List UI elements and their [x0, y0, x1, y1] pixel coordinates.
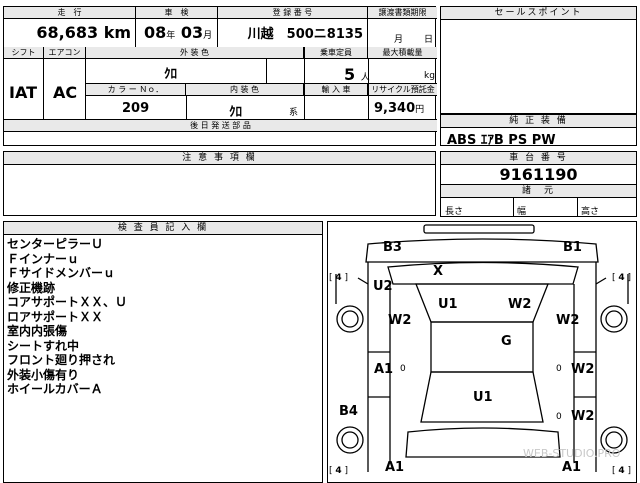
mark-hood-left: U1 — [438, 297, 458, 312]
caution-label: 注 意 事 項 欄 — [4, 152, 435, 165]
chassis-label: 車 台 番 号 — [441, 152, 636, 165]
tire-depth-rl: [ 4 ] — [329, 466, 349, 476]
capacity-value: 5 — [344, 65, 356, 84]
aircon-value: AC — [53, 83, 78, 102]
mark-door-rear-right: W2 — [571, 362, 595, 377]
sales-point-box: セールスポイント — [440, 6, 637, 114]
chassis-value: 9161190 — [499, 165, 578, 184]
plate-cell: 登 録 番 号 川越 500ニ8135 — [218, 7, 368, 47]
door-gap-right-rear: 0 — [556, 412, 562, 422]
mark-roof: G — [501, 334, 512, 349]
exterior-label: 外 装 色 — [86, 47, 304, 59]
colorno-value: 209 — [122, 101, 150, 116]
inspection-month-unit: 月 — [203, 31, 213, 41]
transfer-day: 日 — [424, 35, 434, 45]
inspection-year-unit: 年 — [166, 31, 176, 41]
inspection-month: 03 — [180, 23, 204, 42]
note-line: Ｆサイドメンバーｕ — [7, 266, 116, 280]
mark-rear-left: A1 — [385, 460, 405, 475]
recycle-value: 9,340 — [374, 101, 416, 116]
inspection-year: 08 — [144, 23, 167, 42]
shift-cell: シフト IAT — [4, 47, 44, 119]
interior-label: 内 装 色 — [186, 84, 304, 96]
dims-length: 長さ — [445, 207, 464, 217]
transfer-month: 月 — [394, 35, 404, 45]
capacity-label: 乗車定員 — [304, 47, 368, 59]
exterior-value: ｸﾛ — [164, 67, 177, 82]
dims-height: 高さ — [581, 207, 600, 217]
mark-front-right: B1 — [563, 240, 582, 255]
shift-label: シフト — [4, 47, 43, 59]
mileage-label: 走 行 — [4, 7, 135, 19]
mark-door-front-left: W2 — [388, 313, 412, 328]
inspector-label: 検 査 員 記 入 欄 — [4, 222, 322, 235]
door-gap-right: 0 — [556, 364, 562, 374]
interior-unit: 系 — [289, 108, 299, 118]
note-line: シートすれ中 — [7, 338, 80, 353]
maxload-unit: kg — [424, 71, 435, 81]
tire-depth-fl: [ 4 ] — [329, 273, 349, 283]
note-line: センターピラーＵ — [7, 237, 104, 251]
mileage-value: 68,683 — [36, 23, 99, 42]
note-line: 修正機跡 — [7, 280, 56, 295]
caution-box: 注 意 事 項 欄 — [3, 151, 436, 216]
equipment-box: 純 正 装 備 ABS ｴｱB PS PW — [440, 114, 637, 148]
tire-depth-rr: [ 4 ] — [612, 466, 632, 476]
interior-value: ｸﾛ — [229, 105, 242, 120]
note-line: ロアサポートＸＸ — [7, 309, 104, 324]
car-outline — [335, 224, 629, 472]
colorno-label: カ ラ ー Ｎｏ． — [86, 84, 186, 96]
sales-point-label: セールスポイント — [441, 7, 636, 20]
mark-front-left: B3 — [383, 240, 402, 255]
recycle-label: リサイクル預託金 — [369, 84, 437, 96]
inspection-label: 車 検 — [136, 7, 217, 19]
inspection-cell: 車 検 08年 03月 — [136, 7, 218, 47]
maxload-label: 最大積載量 — [368, 47, 437, 59]
mark-hood-right: W2 — [508, 297, 532, 312]
vehicle-info-block: 走 行 68,683 km 車 検 08年 03月 登 録 番 号 川越 500… — [3, 6, 437, 146]
aircon-cell: エアコン AC — [44, 47, 86, 119]
mark-fender-left: U2 — [373, 279, 393, 294]
parts-label: 後 日 発 送 部 品 — [4, 120, 437, 132]
plate-label: 登 録 番 号 — [218, 7, 367, 19]
mark-quarter-left: B4 — [339, 404, 358, 419]
mark-rear-right: A1 — [562, 460, 582, 475]
chassis-box: 車 台 番 号 9161190 諸 元 長さ 幅 高さ — [440, 151, 637, 217]
recycle-unit: 円 — [415, 105, 425, 115]
watermark: WEB-STUDIO.PRO — [523, 447, 621, 460]
mark-door-front-right: W2 — [556, 313, 580, 328]
shift-value: IAT — [9, 83, 38, 102]
equipment-value: ABS ｴｱB PS PW — [447, 133, 556, 148]
inspector-box: 検 査 員 記 入 欄 センターピラーＵ Ｆインナーｕ Ｆサイドメンバーｕ 修正… — [3, 221, 323, 483]
mileage-cell: 走 行 68,683 km — [4, 7, 136, 47]
transfer-cell: 譲渡書類期限 月 日 — [368, 7, 437, 47]
mileage-unit: km — [103, 23, 131, 42]
aircon-label: エアコン — [44, 47, 85, 59]
import-label: 輸 入 車 — [305, 84, 368, 96]
tire-depth-fr: [ 4 ] — [612, 273, 632, 283]
note-line: 外装小傷有り — [7, 367, 80, 382]
note-line: コアサポートＸＸ、Ｕ — [7, 295, 128, 309]
note-line: フロント廻り押され — [7, 353, 116, 367]
transfer-label: 譲渡書類期限 — [368, 7, 437, 19]
equipment-label: 純 正 装 備 — [441, 115, 636, 128]
mark-trunk: U1 — [473, 390, 493, 405]
note-line: Ｆインナーｕ — [7, 251, 80, 266]
note-line: 室内内張傷 — [7, 324, 68, 338]
dims-label: 諸 元 — [441, 184, 636, 198]
dims-width: 幅 — [517, 207, 527, 217]
damage-diagram: B3 B1 X U2 U1 W2 W2 W2 G A1 W2 U1 B4 W2 … — [327, 221, 637, 483]
plate-value: 川越 500ニ8135 — [247, 27, 363, 42]
note-line: ホイールカバーＡ — [7, 382, 103, 396]
door-gap-left: 0 — [400, 364, 406, 374]
mark-bumper: X — [433, 264, 444, 279]
mark-quarter-right: W2 — [571, 409, 595, 424]
mark-door-rear-left: A1 — [374, 362, 394, 377]
